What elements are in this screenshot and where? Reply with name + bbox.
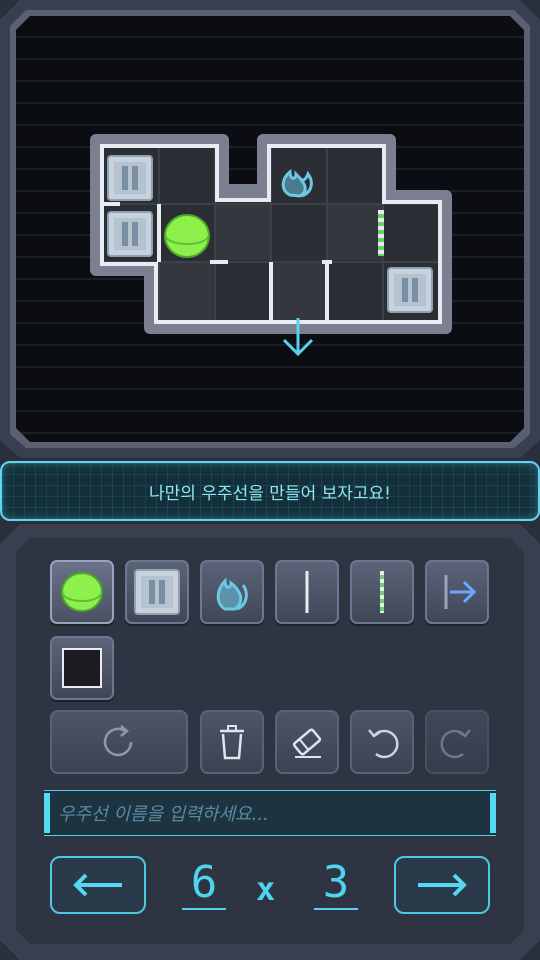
wall-icon [305, 571, 309, 613]
rotate-button[interactable] [50, 710, 188, 774]
palette-crate-button[interactable] [125, 560, 189, 624]
arrow-right-icon [418, 873, 467, 897]
redo-button[interactable] [425, 710, 489, 774]
eraser-button[interactable] [275, 710, 339, 774]
striped-wall-icon [380, 571, 384, 613]
size-separator: x [256, 870, 276, 908]
eraser-icon [292, 728, 322, 758]
ship-name-field[interactable] [44, 790, 496, 837]
rotate-icon [103, 725, 133, 757]
crate-icon [387, 267, 433, 313]
floor-tile-icon [62, 648, 102, 688]
exit-arrow-icon [444, 575, 477, 609]
undo-icon [368, 729, 399, 759]
palette-ball-button[interactable] [50, 560, 114, 624]
palette-exit-button[interactable] [425, 560, 489, 624]
crate-icon [134, 569, 180, 615]
fire-icon [216, 577, 248, 611]
ship-name-input[interactable] [56, 791, 480, 837]
ship-grid[interactable] [0, 0, 540, 458]
palette-floor-button[interactable] [50, 636, 114, 700]
crate-icon [107, 155, 153, 201]
redo-icon [440, 729, 471, 759]
delete-button[interactable] [200, 710, 264, 774]
palette-striped-wall-button[interactable] [350, 560, 414, 624]
trash-icon [220, 725, 244, 760]
crate-icon [107, 211, 153, 257]
arrow-left-icon [73, 873, 122, 897]
message-text: 나만의 우주선을 만들어 보자고요! [149, 483, 391, 504]
next-size-button[interactable] [394, 856, 490, 914]
message-banner: 나만의 우주선을 만들어 보자고요! [0, 461, 540, 521]
green-ball-icon [61, 572, 103, 612]
prev-size-button[interactable] [50, 856, 146, 914]
height-value: 3 [314, 858, 358, 910]
width-value: 6 [182, 858, 226, 910]
palette-fire-button[interactable] [200, 560, 264, 624]
palette-wall-button[interactable] [275, 560, 339, 624]
green-ball-icon [164, 214, 210, 258]
undo-button[interactable] [350, 710, 414, 774]
